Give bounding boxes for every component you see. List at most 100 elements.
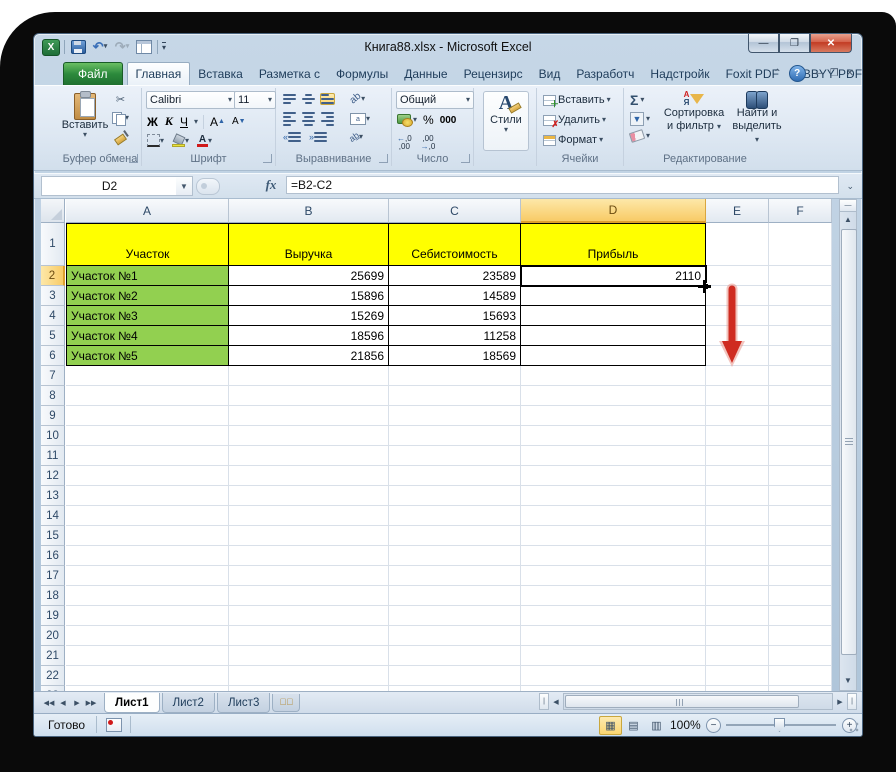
insert-function-button[interactable]: fx xyxy=(259,176,283,194)
align-bottom-button[interactable] xyxy=(320,92,335,105)
table-cell[interactable]: 11258 xyxy=(389,326,521,346)
table-cell[interactable]: Участок №2 xyxy=(66,286,229,306)
formula-bar-splitter[interactable] xyxy=(196,178,220,195)
font-color-button[interactable]: А ▾ xyxy=(196,134,213,148)
tab-split-handle[interactable]: | xyxy=(847,693,857,710)
fill-color-button[interactable]: ▾ xyxy=(171,133,190,148)
horizontal-scroll-thumb[interactable] xyxy=(565,695,799,708)
column-header-B[interactable]: B xyxy=(229,199,389,223)
format-cells-button[interactable]: Формат ▾ xyxy=(541,133,605,147)
find-select-button[interactable]: Найти и выделить ▾ xyxy=(728,90,786,154)
next-sheet-button[interactable]: ▶ xyxy=(70,696,84,710)
book-minimize-icon[interactable]: — xyxy=(813,68,823,79)
normal-view-button[interactable]: ▦ xyxy=(599,716,622,735)
bold-button[interactable]: Ж xyxy=(146,114,159,130)
align-middle-button[interactable] xyxy=(301,93,316,105)
table-header-cell[interactable]: Прибыль xyxy=(521,223,706,266)
page-layout-view-button[interactable]: ▤ xyxy=(622,716,645,735)
accounting-format-button[interactable]: ▾ xyxy=(396,113,418,127)
resize-grip[interactable] xyxy=(847,721,860,734)
autosum-button[interactable]: Σ ▾ xyxy=(628,92,652,108)
close-button[interactable]: ✕ xyxy=(810,34,852,53)
decrease-indent-button[interactable]: « xyxy=(282,131,302,143)
row-header-14[interactable]: 14 xyxy=(41,506,65,526)
table-cell[interactable]: 21856 xyxy=(229,346,389,366)
fill-button[interactable]: ▼ ▾ xyxy=(628,111,652,127)
sheet-tab-лист1[interactable]: Лист1 xyxy=(104,693,160,713)
percent-style-button[interactable]: % xyxy=(422,112,435,128)
decrease-decimal-button[interactable]: ,00 →,0 xyxy=(420,134,437,152)
row-header-3[interactable]: 3 xyxy=(41,286,65,306)
table-cell[interactable]: 23589 xyxy=(389,266,521,286)
column-header-C[interactable]: C xyxy=(389,199,521,223)
underline-button[interactable]: Ч xyxy=(179,114,189,130)
collapse-ribbon-icon[interactable]: ⌃ xyxy=(773,68,781,79)
tab-рецензирс[interactable]: Рецензирс xyxy=(456,63,531,85)
horizontal-scroll-track[interactable] xyxy=(563,693,833,710)
table-cell[interactable] xyxy=(521,326,706,346)
select-all-corner[interactable] xyxy=(41,199,65,223)
grow-font-button[interactable]: А ▲ xyxy=(209,114,226,130)
align-center-button[interactable] xyxy=(301,111,316,127)
tab-разметка-с[interactable]: Разметка с xyxy=(251,63,328,85)
scroll-up-arrow[interactable]: ▲ xyxy=(840,211,856,228)
align-left-button[interactable] xyxy=(282,111,297,127)
prev-sheet-button[interactable]: ◀ xyxy=(56,696,70,710)
row-header-17[interactable]: 17 xyxy=(41,566,65,586)
italic-button[interactable]: К xyxy=(164,113,174,130)
sheet-tab-лист3[interactable]: Лист3 xyxy=(216,693,271,713)
row-header-4[interactable]: 4 xyxy=(41,306,65,326)
book-restore-icon[interactable]: ❐ xyxy=(830,68,839,79)
align-top-button[interactable] xyxy=(282,93,297,105)
wrap-text-button[interactable]: ab̲ ▾ xyxy=(347,130,364,144)
table-cell[interactable] xyxy=(521,346,706,366)
font-name-combo[interactable]: Calibri ▾ xyxy=(146,91,236,109)
table-cell[interactable] xyxy=(521,286,706,306)
horizontal-scrollbar[interactable]: | ◀ ▶ | xyxy=(539,693,857,710)
table-cell[interactable]: 14589 xyxy=(389,286,521,306)
macro-record-icon[interactable] xyxy=(106,718,122,732)
table-cell[interactable]: Участок №5 xyxy=(66,346,229,366)
row-header-7[interactable]: 7 xyxy=(41,366,65,386)
copy-button[interactable]: ▾ xyxy=(111,111,130,126)
zoom-slider-thumb[interactable] xyxy=(774,718,785,732)
row-header-2[interactable]: 2 xyxy=(41,266,65,286)
clear-button[interactable]: ▾ xyxy=(628,129,652,143)
delete-cells-button[interactable]: ✗ Удалить ▾ xyxy=(541,113,608,128)
book-close-icon[interactable]: ✕ xyxy=(846,68,854,79)
tab-разработч[interactable]: Разработч xyxy=(568,63,642,85)
table-cell[interactable]: 15693 xyxy=(389,306,521,326)
merge-center-button[interactable]: a ▾ xyxy=(349,112,371,126)
table-cell[interactable]: 25699 xyxy=(229,266,389,286)
restore-button[interactable]: ❐ xyxy=(779,34,810,53)
tab-формулы[interactable]: Формулы xyxy=(328,63,396,85)
row-header-15[interactable]: 15 xyxy=(41,526,65,546)
dialog-launcher-icon[interactable] xyxy=(461,154,470,163)
cut-button[interactable]: ✂ xyxy=(111,92,130,107)
dialog-launcher-icon[interactable] xyxy=(379,154,388,163)
scroll-left-arrow[interactable]: ◀ xyxy=(549,695,563,709)
row-header-6[interactable]: 6 xyxy=(41,346,65,366)
table-cell[interactable]: 15896 xyxy=(229,286,389,306)
font-size-combo[interactable]: 11 ▾ xyxy=(234,91,276,109)
last-sheet-button[interactable]: ▶▶ xyxy=(84,696,98,710)
row-header-5[interactable]: 5 xyxy=(41,326,65,346)
title-bar[interactable]: X ↶ ▾ ↷ ▾ ▾ Книга88.xlsx - Microsoft Excel… xyxy=(34,34,862,61)
row-header-16[interactable]: 16 xyxy=(41,546,65,566)
vertical-scrollbar[interactable]: — ▲ ▼ xyxy=(839,199,857,691)
tab-данные[interactable]: Данные xyxy=(396,63,455,85)
table-cell[interactable] xyxy=(521,306,706,326)
orientation-button[interactable]: ab ▾ xyxy=(348,91,366,107)
row-header-11[interactable]: 11 xyxy=(41,446,65,466)
dialog-launcher-icon[interactable] xyxy=(129,154,138,163)
table-cell[interactable]: 18596 xyxy=(229,326,389,346)
row-header-8[interactable]: 8 xyxy=(41,386,65,406)
column-header-A[interactable]: A xyxy=(66,199,229,223)
insert-worksheet-button[interactable]: ✱⃞ xyxy=(272,693,301,712)
align-right-button[interactable] xyxy=(320,111,335,127)
minimize-button[interactable]: — xyxy=(748,34,779,53)
row-header-1[interactable]: 1 xyxy=(41,223,65,266)
zoom-out-button[interactable]: − xyxy=(706,718,721,733)
table-cell[interactable]: 15269 xyxy=(229,306,389,326)
table-header-cell[interactable]: Себистоимость xyxy=(389,223,521,266)
